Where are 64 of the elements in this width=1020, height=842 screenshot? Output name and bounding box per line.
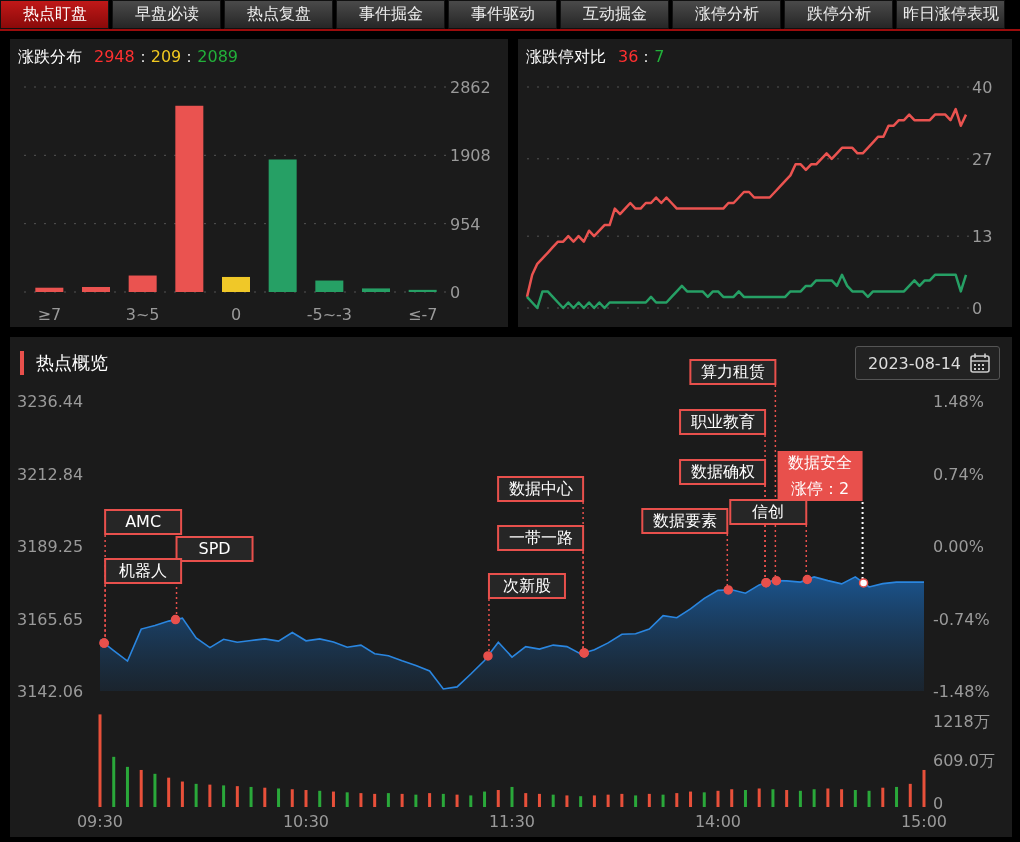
separator: ： bbox=[134, 47, 151, 68]
tab[interactable]: 热点盯盘 bbox=[0, 0, 109, 29]
axis-label: 3142.06 bbox=[17, 682, 84, 701]
marker-dot bbox=[170, 614, 181, 625]
count-value: 36 bbox=[618, 47, 639, 66]
axis-label: 0 bbox=[230, 305, 242, 323]
panel-title: 涨跌停对比 bbox=[526, 47, 606, 68]
tab[interactable]: 涨停分析 bbox=[672, 0, 781, 29]
axis-label: 13 bbox=[972, 227, 993, 247]
tab[interactable]: 昨日涨停表现 bbox=[896, 0, 1005, 29]
axis-label: 0 bbox=[933, 794, 944, 813]
hotspot-tag[interactable]: 次新股 bbox=[487, 573, 566, 653]
axis-label: 0.74% bbox=[933, 464, 984, 484]
axis-label: 0 bbox=[972, 299, 983, 318]
axis-label: 14:00 bbox=[694, 812, 742, 831]
axis-label: 27 bbox=[972, 149, 993, 169]
axis-label: 0.00% bbox=[933, 537, 984, 556]
axis-label: 0 bbox=[450, 283, 461, 302]
count-value: 2089 bbox=[197, 47, 238, 66]
axis-label: 15:00 bbox=[900, 812, 948, 831]
tab[interactable]: 事件掘金 bbox=[336, 0, 445, 29]
axis-label: 1.48% bbox=[933, 392, 984, 411]
axis-label: 3236.44 bbox=[17, 392, 84, 411]
marker-dot bbox=[771, 575, 782, 586]
panel-title: 热点概览 bbox=[36, 351, 108, 375]
axis-label: 954 bbox=[450, 214, 481, 234]
separator: ： bbox=[638, 47, 655, 68]
axis-label: -1.48% bbox=[933, 682, 990, 701]
tab[interactable]: 事件驱动 bbox=[448, 0, 557, 29]
panel-title: 涨跌分布 bbox=[18, 47, 82, 68]
axis-label: ≥7 bbox=[37, 305, 62, 323]
axis-label: 2862 bbox=[450, 78, 491, 97]
count-value: 2948 bbox=[94, 47, 135, 66]
axis-label: 3~5 bbox=[125, 305, 160, 323]
axis-label: -0.74% bbox=[933, 609, 990, 629]
tab[interactable]: 早盘必读 bbox=[112, 0, 221, 29]
axis-label: 3165.65 bbox=[17, 609, 84, 629]
axis-label: 40 bbox=[972, 78, 993, 97]
marker-dot bbox=[723, 585, 734, 595]
axis-label: -5~-3 bbox=[306, 305, 352, 323]
axis-label: 11:30 bbox=[488, 812, 536, 831]
hotspot-tag[interactable]: 机器人 bbox=[104, 558, 183, 640]
date-picker[interactable]: 2023-08-14 bbox=[855, 346, 1000, 380]
count-value: 7 bbox=[654, 47, 665, 66]
axis-label: 3212.84 bbox=[17, 464, 84, 484]
count-value: 209 bbox=[150, 47, 182, 66]
hotspot-tag[interactable]: 数据要素 bbox=[641, 508, 729, 587]
hotspot-tag[interactable]: 信创 bbox=[729, 499, 808, 577]
axis-label: 3189.25 bbox=[17, 537, 84, 556]
axis-label: 1908 bbox=[450, 146, 491, 166]
title-marker bbox=[20, 351, 24, 375]
axis-label: 1218万 bbox=[933, 712, 990, 731]
marker-dot bbox=[802, 574, 812, 585]
axis-label: 10:30 bbox=[282, 812, 330, 831]
separator: ： bbox=[181, 47, 198, 68]
axis-label: 09:30 bbox=[76, 812, 124, 831]
marker-dot bbox=[483, 651, 493, 661]
axis-label: ≤-7 bbox=[408, 305, 438, 323]
tab[interactable]: 互动掘金 bbox=[560, 0, 669, 29]
calendar-icon bbox=[969, 352, 991, 374]
marker-dot bbox=[858, 578, 869, 588]
axis-label: 609.0万 bbox=[933, 751, 995, 770]
tab[interactable]: 热点复盘 bbox=[224, 0, 333, 29]
tab[interactable]: 跌停分析 bbox=[784, 0, 893, 29]
